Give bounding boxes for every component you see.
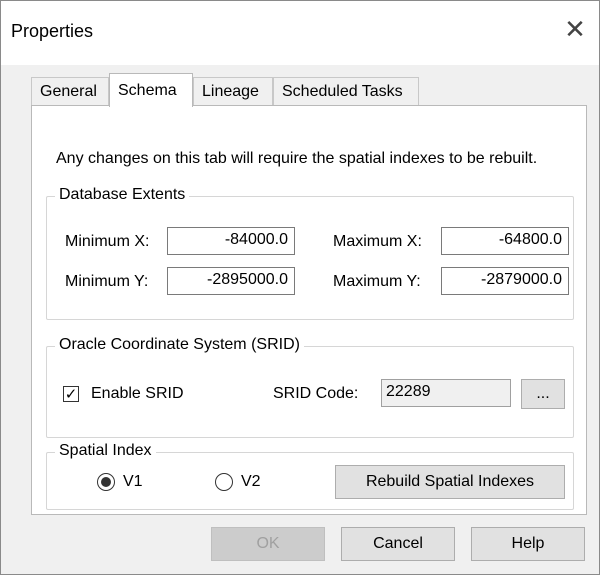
tab-lineage[interactable]: Lineage — [193, 77, 273, 105]
tab-scheduled-tasks[interactable]: Scheduled Tasks — [273, 77, 419, 105]
radio-selected-dot — [101, 477, 111, 487]
min-x-label: Minimum X: — [65, 233, 150, 250]
min-x-field[interactable]: -84000.0 — [167, 227, 295, 255]
ok-button[interactable]: OK — [211, 527, 325, 561]
enable-srid-label: Enable SRID — [91, 385, 184, 402]
rebuild-warning-text: Any changes on this tab will require the… — [56, 150, 538, 167]
max-x-label: Maximum X: — [333, 233, 422, 250]
cancel-button[interactable]: Cancel — [341, 527, 455, 561]
tab-schema[interactable]: Schema — [109, 73, 193, 107]
v1-radio[interactable] — [97, 473, 115, 491]
srid-code-field[interactable]: 22289 — [381, 379, 511, 407]
min-y-label: Minimum Y: — [65, 273, 149, 290]
dialog-title: Properties — [11, 21, 94, 41]
group-title: Database Extents — [55, 186, 190, 204]
v2-label: V2 — [241, 473, 261, 490]
title-bar: Properties ✕ — [1, 1, 599, 65]
v1-label: V1 — [123, 473, 143, 490]
srid-code-label: SRID Code: — [273, 385, 359, 402]
v2-radio[interactable] — [215, 473, 233, 491]
max-x-field[interactable]: -64800.0 — [441, 227, 569, 255]
properties-dialog: Properties ✕ General Schema Lineage Sche… — [0, 0, 600, 575]
group-title: Oracle Coordinate System (SRID) — [55, 336, 304, 354]
max-y-field[interactable]: -2879000.0 — [441, 267, 569, 295]
spatial-index-group: Spatial Index V1 V2 Rebuild Spatial Inde… — [46, 442, 574, 510]
max-y-label: Maximum Y: — [333, 273, 421, 290]
tab-label: General — [40, 82, 97, 100]
min-y-field[interactable]: -2895000.0 — [167, 267, 295, 295]
rebuild-spatial-indexes-button[interactable]: Rebuild Spatial Indexes — [335, 465, 565, 499]
srid-browse-button[interactable]: ... — [521, 379, 565, 409]
tab-label: Schema — [118, 81, 177, 99]
tab-label: Lineage — [202, 82, 259, 100]
schema-tab-panel: Any changes on this tab will require the… — [31, 105, 587, 515]
tab-general[interactable]: General — [31, 77, 109, 105]
enable-srid-checkbox[interactable]: ✓ — [63, 386, 79, 402]
close-icon: ✕ — [564, 13, 586, 44]
database-extents-group: Database Extents Minimum X: -84000.0 Max… — [46, 186, 574, 320]
oracle-srid-group: Oracle Coordinate System (SRID) ✓ Enable… — [46, 336, 574, 438]
checkmark-icon: ✓ — [64, 385, 78, 403]
group-title: Spatial Index — [55, 442, 156, 460]
help-button[interactable]: Help — [471, 527, 585, 561]
tab-label: Scheduled Tasks — [282, 82, 403, 100]
close-button[interactable]: ✕ — [557, 11, 593, 47]
